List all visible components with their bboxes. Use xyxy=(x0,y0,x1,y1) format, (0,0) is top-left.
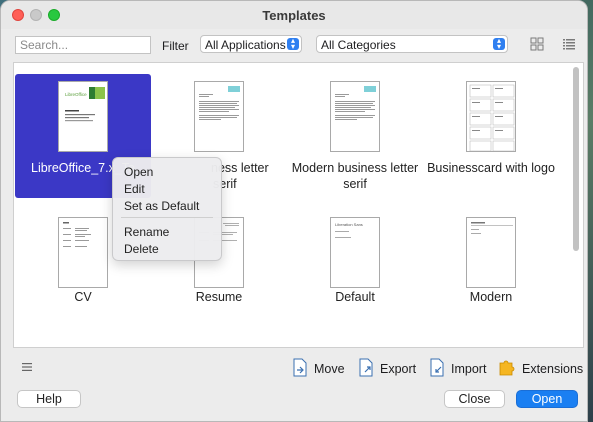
context-menu-open[interactable]: Open xyxy=(124,165,153,179)
template-label: Businesscard with logo xyxy=(427,161,555,175)
template-thumbnail xyxy=(58,217,108,288)
template-thumbnail xyxy=(466,217,516,288)
open-button[interactable]: Open xyxy=(516,390,578,408)
help-button[interactable]: Help xyxy=(17,390,81,408)
template-label-line2: serif xyxy=(343,177,367,191)
context-menu-separator xyxy=(121,217,213,218)
import-label: Import xyxy=(451,362,487,376)
default-thumb-text: Liberation Sans xyxy=(335,222,363,227)
list-view-icon[interactable] xyxy=(562,37,576,51)
template-label: Resume xyxy=(195,290,243,304)
templates-panel: LibreOffice LibreOffice_7.x_Te ness lett… xyxy=(13,62,584,348)
updown-chevron-icon: ▴ ▾ xyxy=(287,37,299,51)
context-menu-delete[interactable]: Delete xyxy=(124,242,159,256)
hamburger-icon[interactable] xyxy=(22,363,32,371)
template-label: Modern xyxy=(469,290,513,304)
move-label: Move xyxy=(314,362,345,376)
search-input[interactable] xyxy=(15,36,151,54)
context-menu-set-as-default[interactable]: Set as Default xyxy=(124,199,199,213)
template-thumbnail xyxy=(466,81,516,152)
actions-bar: Move Export Import Extensions xyxy=(1,356,587,380)
context-menu: Open Edit Set as Default Rename Delete xyxy=(112,157,222,261)
export-icon xyxy=(359,358,373,377)
templates-window: Templates Filter All Applications ▴▾ All… xyxy=(0,0,588,422)
template-tile[interactable]: Modern xyxy=(423,210,559,334)
template-tile[interactable]: Liberation Sans Default xyxy=(287,210,423,334)
template-label: Default xyxy=(335,290,375,304)
context-menu-edit[interactable]: Edit xyxy=(124,182,145,196)
import-icon xyxy=(430,358,444,377)
updown-chevron-icon: ▴ ▾ xyxy=(493,37,505,51)
title-bar: Templates xyxy=(1,1,587,29)
template-label: Modern business letter serif xyxy=(287,160,423,192)
context-menu-rename[interactable]: Rename xyxy=(124,225,169,239)
template-thumbnail xyxy=(330,81,380,152)
template-thumbnail xyxy=(194,81,244,152)
categories-select-value: All Categories xyxy=(321,38,396,52)
template-label: CV xyxy=(74,290,92,304)
template-tile[interactable]: Modern business letter serif xyxy=(287,74,423,198)
filter-label: Filter xyxy=(162,39,189,53)
window-title: Templates xyxy=(262,8,326,23)
applications-select[interactable]: All Applications ▴ ▾ xyxy=(200,35,302,53)
applications-select-value: All Applications xyxy=(205,38,286,52)
move-icon xyxy=(293,358,307,377)
vertical-scrollbar[interactable] xyxy=(573,67,579,251)
categories-select[interactable]: All Categories ▴ ▾ xyxy=(316,35,508,53)
puzzle-piece-icon xyxy=(499,360,515,376)
template-tile[interactable]: Businesscard with logo xyxy=(423,74,559,198)
template-label-line1: Modern business letter xyxy=(291,161,419,175)
template-thumbnail: Liberation Sans xyxy=(330,217,380,288)
libreoffice-brand-text: LibreOffice xyxy=(65,92,87,97)
filter-toolbar: Filter All Applications ▴▾ All Categorie… xyxy=(1,34,587,56)
export-label: Export xyxy=(380,362,417,376)
extensions-label: Extensions xyxy=(522,362,584,376)
close-button[interactable]: Close xyxy=(444,390,505,408)
template-thumbnail: LibreOffice xyxy=(58,81,108,152)
grid-view-icon[interactable] xyxy=(530,37,544,51)
